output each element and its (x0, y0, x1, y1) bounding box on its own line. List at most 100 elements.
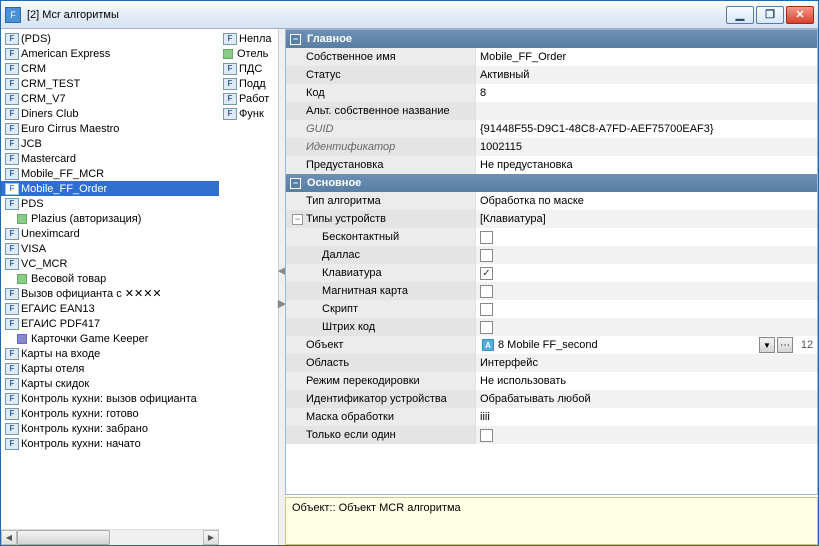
property-value[interactable]: Обрабатывать любой (476, 390, 817, 408)
checkbox[interactable] (480, 249, 493, 262)
property-label: Код (286, 84, 476, 102)
checkbox[interactable] (480, 285, 493, 298)
tree-item[interactable]: FMobile_FF_MCR (1, 166, 219, 181)
tree-item[interactable]: FUneximcard (1, 226, 219, 241)
tree-item[interactable]: Отель (219, 46, 278, 61)
checkbox[interactable] (480, 267, 493, 280)
item-icon: F (5, 138, 19, 150)
tree-item-label: Diners Club (21, 108, 78, 120)
item-icon: F (5, 33, 19, 45)
checkbox[interactable] (480, 321, 493, 334)
tree-item[interactable]: FJCB (1, 136, 219, 151)
property-value[interactable]: {91448F55-D9C1-48C8-A7FD-AEF75700EAF3} (476, 120, 817, 138)
property-value[interactable] (476, 300, 817, 318)
property-value[interactable]: [Клавиатура] (476, 210, 817, 228)
tree-item[interactable]: FVC_MCR (1, 256, 219, 271)
tree-item[interactable]: FВызов официанта с ✕✕✕✕ (1, 286, 219, 301)
tree-item[interactable]: FЕГАИС PDF417 (1, 316, 219, 331)
tree-item[interactable]: F(PDS) (1, 31, 219, 46)
tree-item[interactable]: FCRM (1, 61, 219, 76)
tree-item[interactable]: FКарты отеля (1, 361, 219, 376)
tree-item[interactable]: FPDS (1, 196, 219, 211)
tree-item-label: ПДС (239, 63, 262, 75)
tree-item[interactable]: FКонтроль кухни: начато (1, 436, 219, 451)
property-row: Собственное имяMobile_FF_Order (286, 48, 817, 66)
checkbox[interactable] (480, 303, 493, 316)
scrollbar-horizontal[interactable]: ◀ ▶ (1, 529, 219, 545)
property-value[interactable] (476, 318, 817, 336)
tree-item[interactable]: Весовой товар (1, 271, 219, 286)
tree-item[interactable]: FCRM_TEST (1, 76, 219, 91)
property-value[interactable] (476, 282, 817, 300)
expand-icon[interactable]: − (292, 214, 303, 225)
property-value[interactable]: Активный (476, 66, 817, 84)
collapse-icon[interactable]: − (290, 178, 301, 189)
property-value[interactable]: Mobile_FF_Order (476, 48, 817, 66)
tree-item-label: Контроль кухни: готово (21, 408, 139, 420)
scroll-right-arrow[interactable]: ▶ (203, 530, 219, 545)
object-count: 12 (797, 339, 817, 351)
tree-item-label: Карты отеля (21, 363, 84, 375)
property-value[interactable]: Обработка по маске (476, 192, 817, 210)
item-icon: F (5, 318, 19, 330)
tree-item[interactable]: FКарты на входе (1, 346, 219, 361)
property-value[interactable] (476, 102, 817, 120)
property-value[interactable]: Не предустановка (476, 156, 817, 174)
property-value[interactable]: Не использовать (476, 372, 817, 390)
property-value[interactable] (476, 264, 817, 282)
property-value[interactable]: iiii (476, 408, 817, 426)
maximize-button[interactable]: ❐ (756, 6, 784, 24)
content: F(PDS)FAmerican ExpressFCRMFCRM_TESTFCRM… (1, 29, 818, 545)
property-label: Маска обработки (286, 408, 476, 426)
property-value[interactable]: 1002115 (476, 138, 817, 156)
checkbox[interactable] (480, 231, 493, 244)
property-row: Идентификатор устройстваОбрабатывать люб… (286, 390, 817, 408)
section-basic[interactable]: − Основное (286, 174, 817, 192)
close-button[interactable]: ✕ (786, 6, 814, 24)
tree-item[interactable]: FКарты скидок (1, 376, 219, 391)
tree-item[interactable]: Карточки Game Keeper (1, 331, 219, 346)
tree-item[interactable]: FПодд (219, 76, 278, 91)
tree-item[interactable]: FVISA (1, 241, 219, 256)
tree-item[interactable]: FКонтроль кухни: готово (1, 406, 219, 421)
scroll-track[interactable] (17, 530, 203, 545)
tree-item-label: Карты на входе (21, 348, 100, 360)
tree-item[interactable]: FФунк (219, 106, 278, 121)
tree-item[interactable]: FEuro Cirrus Maestro (1, 121, 219, 136)
minimize-button[interactable]: ▁ (726, 6, 754, 24)
property-value[interactable]: А8 Mobile FF_second▼⋯12 (476, 336, 817, 354)
tree-item-label: JCB (21, 138, 42, 150)
tree-item[interactable]: FMastercard (1, 151, 219, 166)
tree-item[interactable]: FКонтроль кухни: забрано (1, 421, 219, 436)
item-icon: F (5, 63, 19, 75)
ellipsis-button[interactable]: ⋯ (777, 337, 793, 353)
checkbox[interactable] (480, 429, 493, 442)
property-label: −Типы устройств (286, 210, 476, 228)
property-value[interactable] (476, 246, 817, 264)
tree-item-label: CRM (21, 63, 46, 75)
tree-item[interactable]: FDiners Club (1, 106, 219, 121)
tree-item[interactable]: FЕГАИС EAN13 (1, 301, 219, 316)
tree-item[interactable]: FMobile_FF_Order (1, 181, 219, 196)
property-value[interactable] (476, 426, 817, 444)
tree-item[interactable]: FКонтроль кухни: вызов официанта (1, 391, 219, 406)
property-value[interactable]: Интерфейс (476, 354, 817, 372)
tree-item[interactable]: FAmerican Express (1, 46, 219, 61)
tree-item[interactable]: FПДС (219, 61, 278, 76)
tree-item[interactable]: Plazius (авторизация) (1, 211, 219, 226)
item-icon: F (5, 48, 19, 60)
property-value[interactable] (476, 228, 817, 246)
tree-item[interactable]: FРабот (219, 91, 278, 106)
section-main[interactable]: − Главное (286, 30, 817, 48)
scroll-thumb[interactable] (17, 530, 110, 545)
tree-item-label: Uneximcard (21, 228, 80, 240)
collapse-icon[interactable]: − (290, 34, 301, 45)
tree-item[interactable]: FНепла (219, 31, 278, 46)
scroll-left-arrow[interactable]: ◀ (1, 530, 17, 545)
property-row: Альт. собственное название (286, 102, 817, 120)
dropdown-button[interactable]: ▼ (759, 337, 775, 353)
property-value[interactable]: 8 (476, 84, 817, 102)
tree-item[interactable]: FCRM_V7 (1, 91, 219, 106)
item-icon (223, 49, 233, 59)
tree-item-label: Mobile_FF_Order (21, 183, 107, 195)
